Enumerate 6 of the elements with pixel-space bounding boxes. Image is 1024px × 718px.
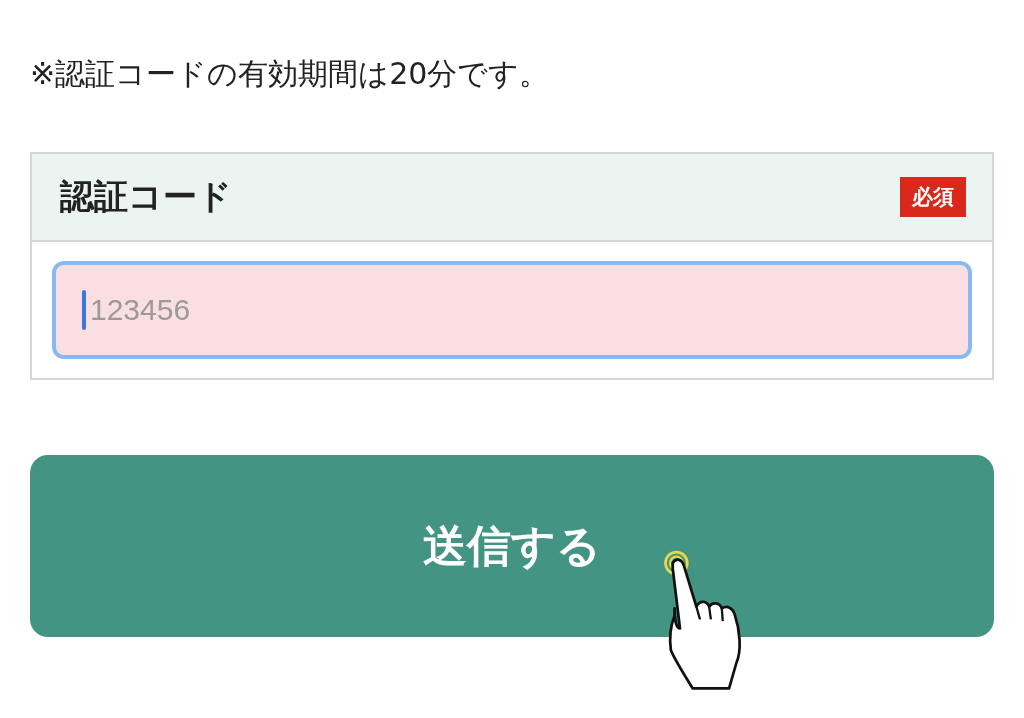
text-cursor bbox=[82, 290, 86, 330]
code-input-field[interactable]: 123456 bbox=[52, 261, 972, 359]
required-badge: 必須 bbox=[900, 177, 966, 217]
validity-note: ※認証コードの有効期間は20分です。 bbox=[30, 55, 551, 93]
submit-button[interactable]: 送信する bbox=[30, 455, 994, 637]
field-label: 認証コード bbox=[60, 175, 232, 218]
